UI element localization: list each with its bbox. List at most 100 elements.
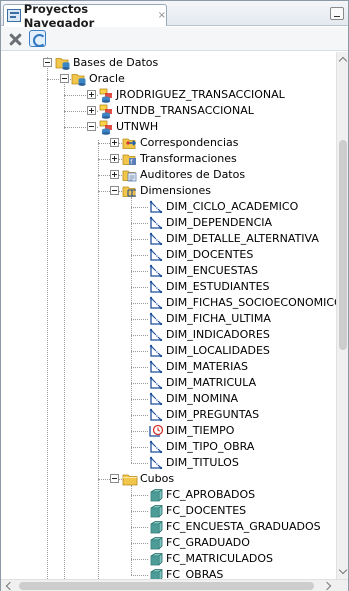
tree-node-schema[interactable]: UTNWH: [1, 119, 336, 135]
dimension-icon: [148, 263, 164, 279]
tree-node-dimension[interactable]: DIM_FICHA_ULTIMA: [1, 311, 336, 327]
tab-proyectos-navegador[interactable]: Proyectos Navegador ×: [3, 2, 167, 30]
tree-node-label: Bases de Datos: [73, 56, 159, 69]
tree-connector-line: [131, 463, 148, 464]
tree-connector-line: [131, 197, 132, 463]
horizontal-scroll-thumb[interactable]: [19, 582, 314, 590]
tree-node-label: Auditores de Datos: [140, 168, 246, 181]
collapse-icon[interactable]: [110, 186, 119, 195]
tree-connector-line: [131, 303, 148, 304]
tree-node-utnwh-child[interactable]: Correspondencias: [1, 135, 336, 151]
dimension-icon: [148, 343, 164, 359]
dimension-icon: [148, 455, 164, 471]
horizontal-scrollbar[interactable]: [1, 579, 348, 591]
expand-icon[interactable]: [110, 154, 119, 163]
collapse-icon[interactable]: [43, 58, 52, 67]
tree-node-cubos[interactable]: Cubos: [1, 471, 336, 487]
scroll-right-arrow-icon[interactable]: [322, 581, 332, 591]
dimension-icon: [148, 359, 164, 375]
tree-node-dimension[interactable]: DIM_TIPO_OBRA: [1, 439, 336, 455]
tree-node-cube[interactable]: FC_MATRICULADOS: [1, 551, 336, 567]
tree-node-schema[interactable]: UTNDB_TRANSACCIONAL: [1, 103, 336, 119]
tab-title: Proyectos Navegador: [23, 1, 95, 30]
tree-node-utnwh-child[interactable]: Dimensiones: [1, 183, 336, 199]
dimension-icon: [148, 279, 164, 295]
tree-node-cube[interactable]: FC_ENCUESTA_GRADUADOS: [1, 519, 336, 535]
scroll-down-arrow-icon[interactable]: [338, 565, 348, 575]
dimension-icon: [148, 215, 164, 231]
schema-icon: [98, 103, 114, 119]
project-tree: Bases de Datos Oracle JRODRIGUEZ_TRANSACCI…: [1, 52, 336, 579]
tree-node-label: DIM_MATERIAS: [166, 360, 248, 373]
delete-icon[interactable]: [7, 31, 23, 47]
tree-node-utnwh-child[interactable]: Auditores de Datos: [1, 167, 336, 183]
dimension-icon: [148, 247, 164, 263]
tree-node-dimension[interactable]: DIM_ESTUDIANTES: [1, 279, 336, 295]
tree-node-dimension[interactable]: DIM_DEPENDENCIA: [1, 215, 336, 231]
tree-node-label: FC_DOCENTES: [166, 504, 247, 517]
close-tab-icon[interactable]: ×: [158, 10, 166, 21]
tree-node-dimension[interactable]: DIM_NOMINA: [1, 391, 336, 407]
tree-node-dimension[interactable]: DIM_MATERIAS: [1, 359, 336, 375]
expand-icon[interactable]: [110, 138, 119, 147]
dimension-icon: [148, 199, 164, 215]
refresh-icon[interactable]: [29, 30, 46, 47]
tree-connector-line: [131, 399, 148, 400]
tree-node-cube[interactable]: FC_GRADUADO: [1, 535, 336, 551]
project-navigator-panel: Proyectos Navegador × Bases de Datos Orac…: [0, 0, 349, 591]
tree-node-label: Correspondencias: [140, 136, 239, 149]
tree-node-label: DIM_TIPO_OBRA: [166, 440, 255, 453]
tree-node-cube[interactable]: FC_OBRAS: [1, 567, 336, 579]
tree-node-label: DIM_FICHA_ULTIMA: [166, 312, 271, 325]
tree-node-dimension[interactable]: DIM_INDICADORES: [1, 327, 336, 343]
tree-node-cube[interactable]: FC_DOCENTES: [1, 503, 336, 519]
expand-icon[interactable]: [110, 170, 119, 179]
tree-node-bases-de-datos[interactable]: Bases de Datos: [1, 55, 336, 71]
dimension-icon: [148, 375, 164, 391]
tree-node-cube[interactable]: FC_APROBADOS: [1, 487, 336, 503]
tree-connector-line: [131, 207, 148, 208]
collapse-icon[interactable]: [60, 74, 69, 83]
tree-node-dimension[interactable]: DIM_PREGUNTAS: [1, 407, 336, 423]
tree-connector-line: [131, 543, 148, 544]
dimension-icon: [148, 327, 164, 343]
tree-connector-line: [131, 511, 148, 512]
collapse-icon[interactable]: [87, 122, 96, 131]
scroll-up-arrow-icon[interactable]: [338, 56, 348, 66]
tree-node-dimension[interactable]: DIM_LOCALIDADES: [1, 343, 336, 359]
oracle-folder-icon: [71, 71, 87, 87]
mappings-folder-icon: [122, 135, 138, 151]
tree-node-utnwh-child[interactable]: f Transformaciones: [1, 151, 336, 167]
tree-connector-line: [131, 527, 148, 528]
tree-node-label: Transformaciones: [140, 152, 237, 165]
cube-icon: [148, 535, 164, 551]
tree-node-dimension[interactable]: DIM_TIEMPO: [1, 423, 336, 439]
tree-connector-line: [131, 559, 148, 560]
database-folder-icon: [55, 55, 71, 71]
tree-node-dimension[interactable]: DIM_CICLO_ACADEMICO: [1, 199, 336, 215]
tree-node-label: UTNDB_TRANSACCIONAL: [116, 104, 254, 117]
tree-node-dimension[interactable]: DIM_DOCENTES: [1, 247, 336, 263]
cube-icon: [148, 519, 164, 535]
tree-node-schema[interactable]: JRODRIGUEZ_TRANSACCIONAL: [1, 87, 336, 103]
tree-node-dimension[interactable]: DIM_MATRICULA: [1, 375, 336, 391]
minimize-button[interactable]: [330, 7, 344, 20]
tree-node-dimension[interactable]: DIM_FICHAS_SOCIOECONOMICO: [1, 295, 336, 311]
tree-node-label: JRODRIGUEZ_TRANSACCIONAL: [116, 88, 285, 101]
expand-icon[interactable]: [87, 90, 96, 99]
tree-connector-line: [131, 367, 148, 368]
navigator-icon: [7, 9, 21, 22]
dimension-icon: [148, 311, 164, 327]
vertical-scrollbar[interactable]: [336, 52, 348, 579]
tree-connector-line: [131, 415, 148, 416]
scroll-left-arrow-icon[interactable]: [5, 581, 15, 591]
tree-connector-line: [131, 335, 148, 336]
expand-icon[interactable]: [87, 106, 96, 115]
tree-node-label: FC_ENCUESTA_GRADUADOS: [166, 520, 321, 533]
tree-node-dimension[interactable]: DIM_ENCUESTAS: [1, 263, 336, 279]
tree-node-dimension[interactable]: DIM_TITULOS: [1, 455, 336, 471]
collapse-icon[interactable]: [110, 474, 119, 483]
tree-node-oracle[interactable]: Oracle: [1, 71, 336, 87]
tree-node-dimension[interactable]: DIM_DETALLE_ALTERNATIVA: [1, 231, 336, 247]
vertical-scroll-thumb[interactable]: [339, 140, 347, 350]
